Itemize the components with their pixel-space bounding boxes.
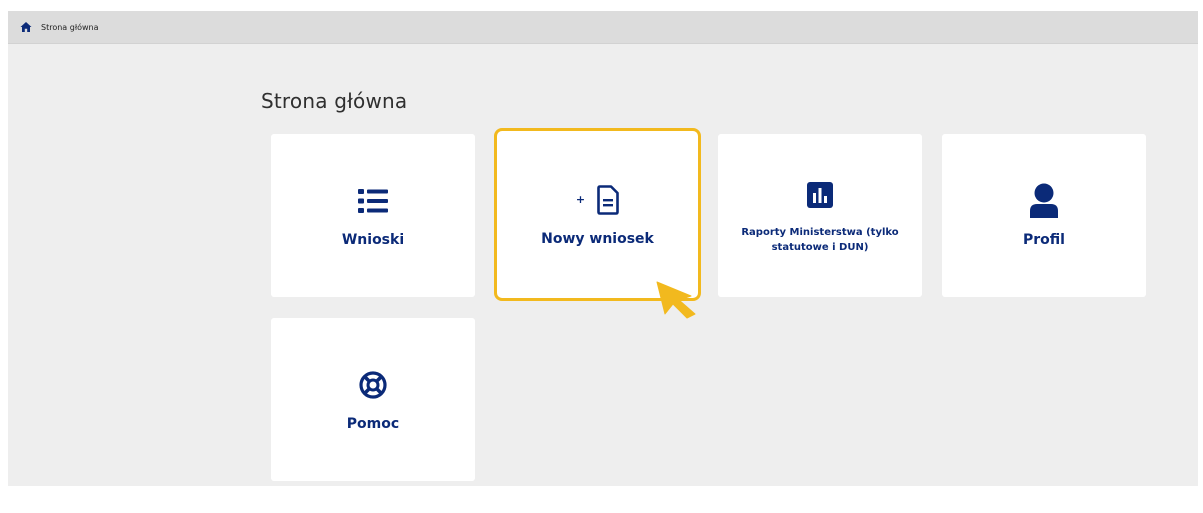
- tile-wnioski[interactable]: Wnioski: [271, 134, 475, 297]
- tile-label: Profil: [1023, 231, 1065, 248]
- user-icon: [1029, 183, 1059, 219]
- tile-label: Pomoc: [346, 415, 400, 432]
- tile-label: Nowy wniosek: [541, 230, 654, 247]
- lifebuoy-icon: [359, 367, 387, 403]
- list-icon: [358, 183, 388, 219]
- breadcrumb-home-link[interactable]: Strona główna: [41, 23, 99, 32]
- tile-label: Wnioski: [341, 231, 405, 248]
- bar-chart-icon: [807, 177, 833, 213]
- new-document-icon-group: +: [576, 182, 619, 218]
- tile-nowy-wniosek[interactable]: + Nowy wniosek: [494, 128, 701, 301]
- breadcrumb: Strona główna: [8, 11, 1198, 44]
- home-icon[interactable]: [20, 21, 32, 33]
- pointer-cursor-icon: [656, 281, 696, 319]
- tile-profil[interactable]: Profil: [942, 134, 1146, 297]
- tile-raporty-ministerstwa[interactable]: Raporty Ministerstwa (tylko statutowe i …: [718, 134, 922, 297]
- tile-label: Raporty Ministerstwa (tylko statutowe i …: [741, 226, 899, 253]
- tile-pomoc[interactable]: Pomoc: [271, 318, 475, 481]
- plus-icon: +: [575, 193, 586, 206]
- page-title: Strona główna: [261, 89, 408, 113]
- document-icon: [597, 184, 619, 215]
- app-frame: Strona główna Strona główna Wnioski + No…: [8, 11, 1198, 486]
